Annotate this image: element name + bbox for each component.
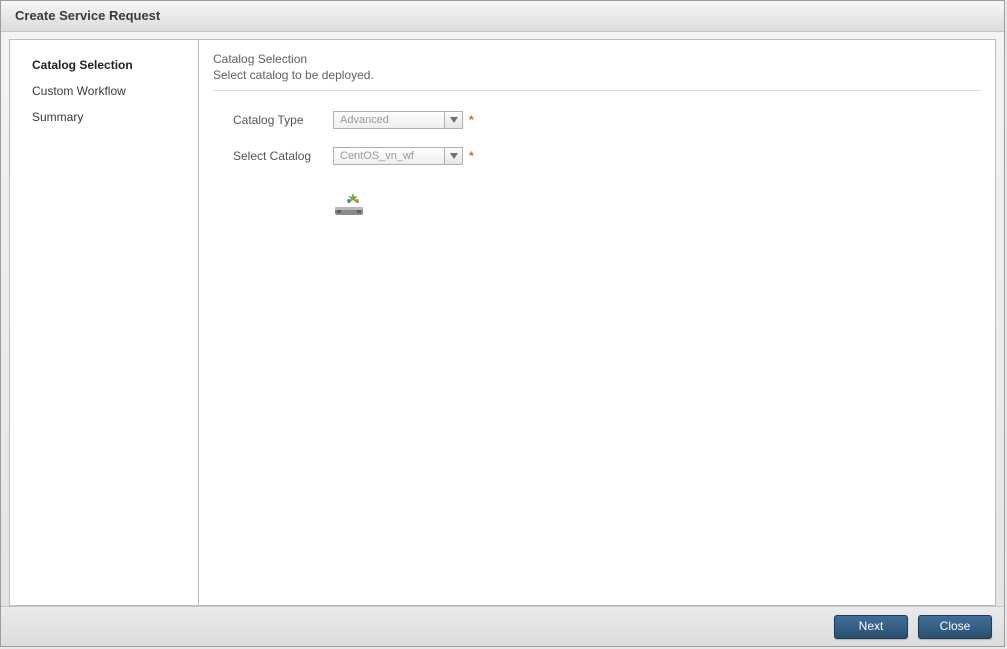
catalog-item-icon <box>333 193 981 220</box>
select-select-catalog-value: CentOS_vn_wf <box>340 150 414 162</box>
label-catalog-type: Catalog Type <box>233 113 333 127</box>
sidebar-item-label: Catalog Selection <box>32 58 133 72</box>
dialog-footer: Next Close <box>1 606 1004 646</box>
wizard-content: Catalog Selection Select catalog to be d… <box>199 39 996 606</box>
wizard-sidebar: Catalog Selection Custom Workflow Summar… <box>9 39 199 606</box>
dialog-body: Catalog Selection Custom Workflow Summar… <box>1 31 1004 606</box>
select-catalog-type-value: Advanced <box>340 114 389 126</box>
panes: Catalog Selection Custom Workflow Summar… <box>9 39 996 606</box>
required-marker: * <box>469 113 474 127</box>
close-button-label: Close <box>940 619 971 633</box>
content-subtitle: Select catalog to be deployed. <box>213 68 981 82</box>
select-select-catalog[interactable]: CentOS_vn_wf <box>333 147 445 165</box>
select-catalog-type[interactable]: Advanced <box>333 111 445 129</box>
row-catalog-type: Catalog Type Advanced * <box>213 111 981 129</box>
select-select-catalog-arrow[interactable] <box>445 147 463 165</box>
sidebar-item-label: Summary <box>32 110 83 124</box>
content-title: Catalog Selection <box>213 52 981 66</box>
sidebar-item-catalog-selection[interactable]: Catalog Selection <box>10 52 198 78</box>
dialog-title: Create Service Request <box>15 8 160 23</box>
close-button[interactable]: Close <box>918 615 992 639</box>
chevron-down-icon <box>450 153 458 159</box>
divider <box>213 90 981 91</box>
content-header: Catalog Selection Select catalog to be d… <box>213 52 981 90</box>
sidebar-item-label: Custom Workflow <box>32 84 126 98</box>
sidebar-item-custom-workflow[interactable]: Custom Workflow <box>10 78 198 104</box>
dialog-window: Create Service Request Catalog Selection… <box>0 0 1005 647</box>
row-select-catalog: Select Catalog CentOS_vn_wf * <box>213 147 981 165</box>
label-select-catalog: Select Catalog <box>233 149 333 163</box>
next-button-label: Next <box>859 619 884 633</box>
next-button[interactable]: Next <box>834 615 908 639</box>
sidebar-item-summary[interactable]: Summary <box>10 104 198 130</box>
required-marker: * <box>469 149 474 163</box>
chevron-down-icon <box>450 117 458 123</box>
dialog-titlebar: Create Service Request <box>1 1 1004 32</box>
server-icon <box>333 193 367 217</box>
select-catalog-type-arrow[interactable] <box>445 111 463 129</box>
